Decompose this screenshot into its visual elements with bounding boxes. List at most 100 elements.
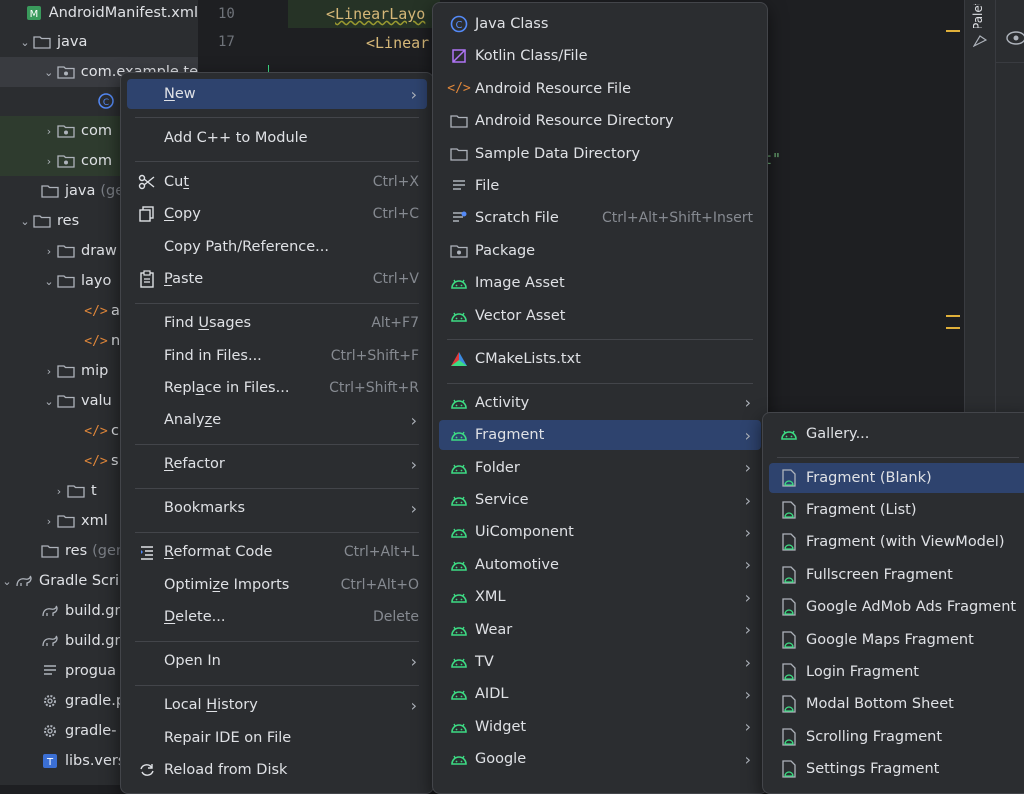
svg-text:T: T — [46, 757, 54, 768]
new-menu-item[interactable]: CMakeLists.txt — [439, 344, 761, 374]
chevron-right-icon[interactable]: › — [52, 485, 66, 498]
xml-icon: </> — [84, 303, 108, 319]
fragment-menu-item[interactable]: Fragment (Blank) — [769, 462, 1024, 493]
context-menu-item[interactable]: Analyze › — [127, 405, 427, 435]
fragment-menu-item[interactable]: Settings Fragment — [769, 754, 1024, 784]
new-menu-item[interactable]: Activity › — [439, 388, 761, 418]
menu-item-label: Wear — [475, 621, 513, 638]
chevron-down-icon[interactable]: ⌄ — [18, 36, 32, 49]
folder-icon — [40, 182, 60, 200]
new-menu-item[interactable]: XML › — [439, 582, 761, 612]
android-icon — [449, 749, 469, 769]
package-icon — [56, 122, 76, 140]
new-menu-item[interactable]: C Java Class — [439, 9, 761, 39]
chevron-down-icon[interactable]: ⌄ — [0, 575, 14, 588]
line-number: 10 — [218, 6, 235, 22]
xml-icon: </> — [84, 453, 108, 469]
new-menu-item[interactable]: AIDL › — [439, 679, 761, 709]
android-icon — [449, 273, 469, 293]
menu-item-label: Copy Path/Reference... — [164, 238, 329, 255]
menu-item-label: Settings Fragment — [806, 761, 940, 778]
fragment-menu-item[interactable]: Login Fragment — [769, 657, 1024, 687]
context-menu-item[interactable]: Local History › — [127, 690, 427, 720]
kotlin-icon — [449, 46, 469, 66]
chevron-down-icon[interactable]: ⌄ — [42, 275, 56, 288]
folder-icon — [56, 512, 76, 530]
tree-row[interactable]: M AndroidManifest.xml — [0, 0, 198, 28]
menu-item-label: Fragment (List) — [806, 502, 917, 518]
new-menu-item[interactable]: Fragment › — [439, 420, 761, 451]
new-menu-item[interactable]: </> Android Resource File — [439, 74, 761, 104]
menu-item-label: Image Asset — [475, 275, 565, 292]
fragment-menu-item[interactable]: Fragment (with ViewModel) — [769, 527, 1024, 557]
new-menu-item[interactable]: File — [439, 171, 761, 201]
palette-tab[interactable]: Palette — [971, 4, 993, 28]
new-menu-item[interactable]: Service › — [439, 485, 761, 515]
chevron-down-icon[interactable]: ⌄ — [42, 66, 56, 79]
chevron-right-icon: › — [744, 393, 751, 413]
new-menu-item[interactable]: Android Resource Directory — [439, 106, 761, 136]
context-menu-item[interactable]: Find in Files... Ctrl+Shift+F — [127, 341, 427, 371]
context-menu-item[interactable]: Refactor › — [127, 449, 427, 479]
code-line: <LinearLayo — [326, 5, 426, 23]
fragment-menu-item[interactable]: Google AdMob Ads Fragment — [769, 592, 1024, 622]
fragment-menu-item[interactable]: Gallery... — [769, 419, 1024, 449]
context-menu-item[interactable]: Paste Ctrl+V — [127, 264, 427, 294]
fragment-menu-item[interactable]: Fullscreen Fragment — [769, 560, 1024, 590]
new-menu-item[interactable]: Vector Asset — [439, 301, 761, 331]
tree-row[interactable]: ⌄ java — [0, 27, 198, 57]
chevron-right-icon[interactable]: › — [42, 245, 56, 258]
new-menu-item[interactable]: Widget › — [439, 712, 761, 742]
context-menu-item[interactable]: Reformat Code Ctrl+Alt+L — [127, 537, 427, 567]
context-menu-item[interactable]: Cut Ctrl+X — [127, 167, 427, 197]
chevron-right-icon[interactable]: › — [42, 515, 56, 528]
context-menu-item[interactable]: New › — [127, 79, 427, 109]
new-menu-item[interactable]: Image Asset — [439, 268, 761, 298]
menu-item-label: Java Class — [475, 16, 549, 32]
new-menu-item[interactable]: Folder › — [439, 453, 761, 483]
tree-row-label: c — [111, 423, 119, 439]
context-menu-item[interactable]: Optimize Imports Ctrl+Alt+O — [127, 570, 427, 600]
scratch-icon — [449, 208, 469, 228]
menu-item-label: Google Maps Fragment — [806, 631, 974, 648]
new-menu-item[interactable]: Wear › — [439, 615, 761, 645]
context-menu-item[interactable]: Copy Ctrl+C — [127, 199, 427, 229]
context-menu-item[interactable]: Repair IDE on File — [127, 723, 427, 753]
editor-marker — [946, 30, 960, 32]
new-menu-item[interactable]: UiComponent › — [439, 517, 761, 547]
menu-item-shortcut: Ctrl+V — [372, 271, 419, 288]
menu-item-label: Find in Files... — [164, 347, 262, 364]
new-menu-item[interactable]: Automotive › — [439, 550, 761, 580]
tree-row-label: s — [111, 453, 119, 469]
new-menu-item[interactable]: Google › — [439, 744, 761, 774]
android-icon — [449, 490, 469, 510]
context-menu-item[interactable]: Replace in Files... Ctrl+Shift+R — [127, 373, 427, 403]
new-menu-item[interactable]: TV › — [439, 647, 761, 677]
chevron-right-icon[interactable]: › — [42, 155, 56, 168]
fragment-menu-item[interactable]: Google Maps Fragment — [769, 625, 1024, 655]
new-menu-item[interactable]: Kotlin Class/File — [439, 41, 761, 71]
eye-icon[interactable] — [1005, 30, 1024, 50]
tree-row-label: com — [81, 123, 112, 139]
android-icon — [449, 620, 469, 640]
fragment-menu-item[interactable]: Modal Bottom Sheet — [769, 689, 1024, 719]
new-menu-item[interactable]: Scratch File Ctrl+Alt+Shift+Insert — [439, 203, 761, 233]
context-menu-item[interactable]: Add C++ to Module — [127, 123, 427, 153]
chevron-right-icon[interactable]: › — [42, 125, 56, 138]
context-menu-item[interactable]: Copy Path/Reference... — [127, 232, 427, 262]
context-menu-item[interactable]: Find Usages Alt+F7 — [127, 308, 427, 338]
context-menu-item[interactable]: Bookmarks › — [127, 493, 427, 523]
chevron-down-icon[interactable]: ⌄ — [18, 215, 32, 228]
fragment-menu-item[interactable]: Fragment (List) — [769, 495, 1024, 525]
fragment-menu-item[interactable]: Scrolling Fragment — [769, 722, 1024, 752]
context-menu-item[interactable]: Delete... Delete — [127, 602, 427, 632]
chevron-right-icon[interactable]: › — [42, 365, 56, 378]
chevron-down-icon[interactable]: ⌄ — [42, 395, 56, 408]
manifest-icon: M — [24, 4, 44, 22]
context-menu-item[interactable]: Open In › — [127, 646, 427, 676]
context-menu-item[interactable]: Reload from Disk — [127, 755, 427, 785]
new-menu-item[interactable]: Sample Data Directory — [439, 139, 761, 169]
menu-separator — [447, 339, 753, 340]
new-menu-item[interactable]: Package — [439, 236, 761, 266]
palette-icon[interactable] — [972, 34, 988, 52]
